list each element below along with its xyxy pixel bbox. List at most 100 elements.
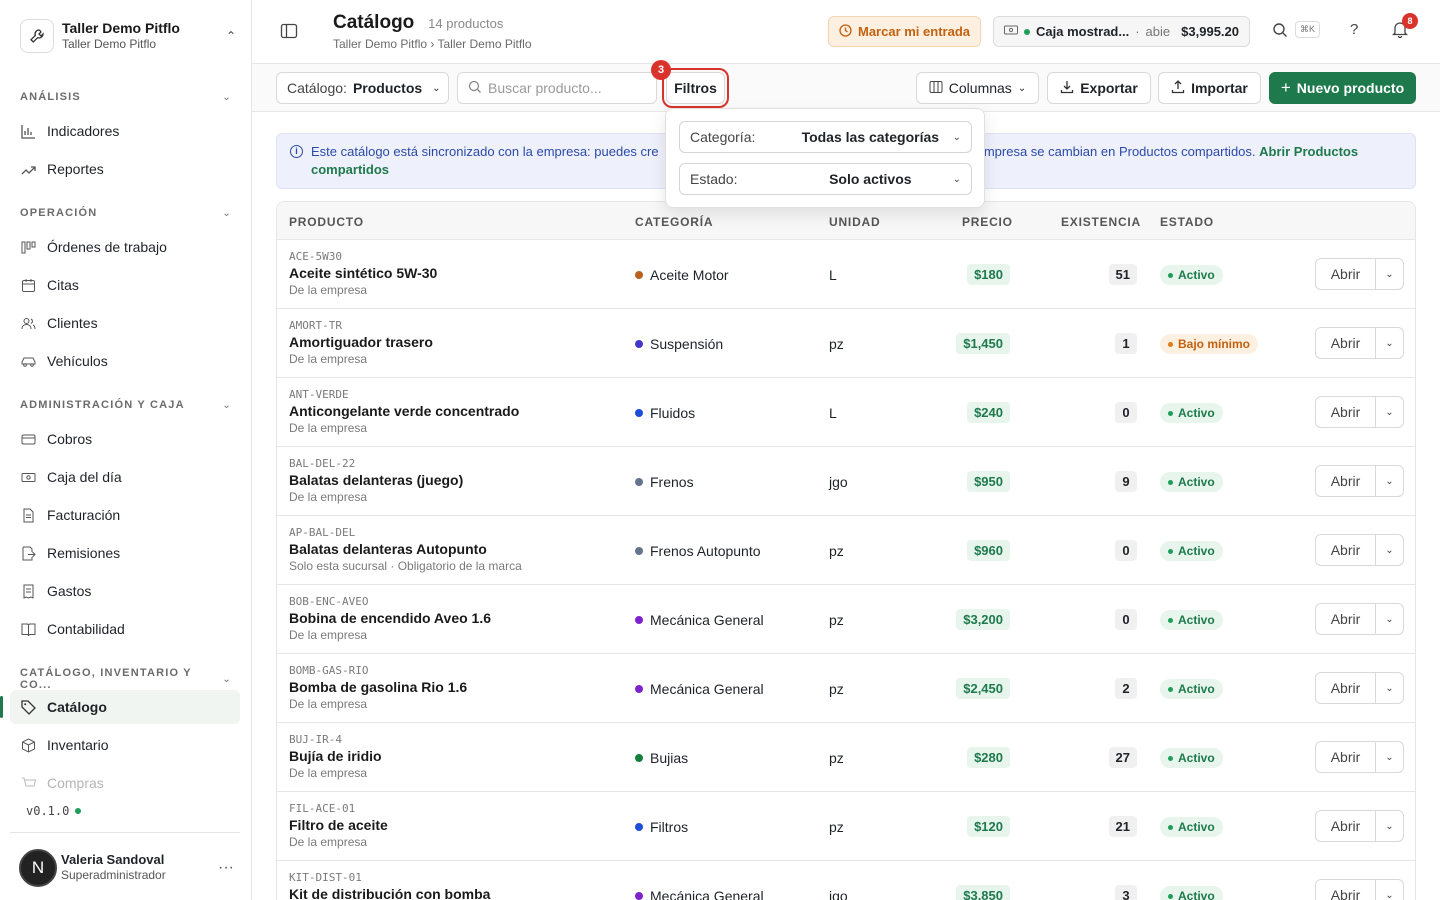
table-row[interactable]: ANT-VERDE Anticongelante verde concentrad…: [277, 378, 1415, 447]
open-button-group: Abrir ⌄: [1315, 327, 1404, 359]
catalog-type-select[interactable]: Catálogo: Productos ⌄: [276, 72, 449, 104]
section-catalogo[interactable]: CATÁLOGO, INVENTARIO Y CO... ⌄: [20, 667, 232, 691]
columns-button[interactable]: Columnas ⌄: [916, 72, 1039, 104]
product-name[interactable]: Balatas delanteras (juego): [289, 472, 463, 488]
table-row[interactable]: ACE-5W30 Aceite sintético 5W-30 De la empr…: [277, 240, 1415, 309]
section-administracion[interactable]: ADMINISTRACIÓN Y CAJA ⌄: [20, 399, 232, 411]
product-name[interactable]: Anticongelante verde concentrado: [289, 403, 519, 419]
table-row[interactable]: BOB-ENC-AVEO Bobina de encendido Aveo 1.6…: [277, 585, 1415, 654]
table-row[interactable]: KIT-DIST-01 Kit de distribución con bomba…: [277, 861, 1415, 900]
chevron-down-icon[interactable]: ⌄: [1376, 535, 1403, 565]
status-badge: Bajo mínimo: [1160, 334, 1259, 354]
sidebar-item-facturacion[interactable]: Facturación: [10, 498, 240, 532]
sidebar-item-contabilidad[interactable]: Contabilidad: [10, 612, 240, 646]
sidebar-item-vehiculos[interactable]: Vehículos: [10, 344, 240, 378]
org-subtitle: Taller Demo Pitflo: [62, 37, 157, 52]
cash-icon: [1004, 24, 1018, 39]
chevron-down-icon[interactable]: ⌄: [1376, 673, 1403, 703]
open-button[interactable]: Abrir: [1316, 604, 1376, 634]
sidebar-item-caja[interactable]: Caja del día: [10, 460, 240, 494]
open-button[interactable]: Abrir: [1316, 328, 1376, 358]
product-name[interactable]: Kit de distribución con bomba: [289, 886, 490, 900]
help-icon[interactable]: ?: [1350, 21, 1358, 38]
sidebar-item-catalogo[interactable]: Catálogo: [0, 690, 240, 724]
chevron-down-icon[interactable]: ⌄: [1376, 742, 1403, 772]
search-icon[interactable]: [1272, 22, 1288, 41]
column-header[interactable]: CATEGORÍA: [635, 215, 713, 229]
product-stock: 9: [1115, 471, 1137, 492]
product-name[interactable]: Amortiguador trasero: [289, 334, 433, 350]
column-header[interactable]: ESTADO: [1160, 215, 1214, 229]
product-name[interactable]: Bobina de encendido Aveo 1.6: [289, 610, 491, 626]
product-name[interactable]: Bomba de gasolina Rio 1.6: [289, 679, 467, 695]
table-row[interactable]: BOMB-GAS-RIO Bomba de gasolina Rio 1.6 De …: [277, 654, 1415, 723]
sidebar-item-reportes[interactable]: Reportes: [10, 152, 240, 186]
product-name[interactable]: Bujía de iridio: [289, 748, 382, 764]
open-button[interactable]: Abrir: [1316, 811, 1376, 841]
chevron-down-icon[interactable]: ⌄: [1376, 466, 1403, 496]
chevron-down-icon[interactable]: ⌄: [1376, 880, 1403, 900]
product-category: Mecánica General: [635, 888, 764, 900]
cash-register-selector[interactable]: Caja mostrad... · abie $3,995.20: [993, 16, 1250, 47]
open-button[interactable]: Abrir: [1316, 466, 1376, 496]
open-button[interactable]: Abrir: [1316, 742, 1376, 772]
shared-products-link[interactable]: Abrir Productos: [1259, 144, 1358, 159]
export-button[interactable]: Exportar: [1047, 72, 1151, 104]
sidebar-item-cobros[interactable]: Cobros: [10, 422, 240, 456]
sidebar-item-remisiones[interactable]: Remisiones: [10, 536, 240, 570]
chevron-down-icon[interactable]: ⌄: [1376, 259, 1403, 289]
status-label: Activo: [1178, 889, 1215, 900]
open-button[interactable]: Abrir: [1316, 397, 1376, 427]
column-header[interactable]: PRODUCTO: [289, 215, 364, 229]
shared-products-link-cont[interactable]: compartidos: [311, 162, 389, 177]
column-header[interactable]: EXISTENCIA: [1061, 215, 1141, 229]
section-operacion[interactable]: OPERACIÓN ⌄: [20, 207, 232, 219]
sidebar-item-indicadores[interactable]: Indicadores: [10, 114, 240, 148]
table-row[interactable]: AP-BAL-DEL Balatas delanteras Autopunto So…: [277, 516, 1415, 585]
status-label: Bajo mínimo: [1178, 337, 1251, 351]
product-name[interactable]: Aceite sintético 5W-30: [289, 265, 437, 281]
open-button[interactable]: Abrir: [1316, 673, 1376, 703]
table-row[interactable]: BAL-DEL-22 Balatas delanteras (juego) De l…: [277, 447, 1415, 516]
table-row[interactable]: AMORT-TR Amortiguador trasero De la empres…: [277, 309, 1415, 378]
kanban-icon: [20, 239, 37, 256]
table-row[interactable]: BUJ-IR-4 Bujía de iridio De la empresa Buji…: [277, 723, 1415, 792]
chevron-down-icon[interactable]: ⌄: [1376, 397, 1403, 427]
section-label: ADMINISTRACIÓN Y CAJA: [20, 399, 185, 411]
new-product-button[interactable]: + Nuevo producto: [1269, 72, 1416, 104]
chevron-down-icon[interactable]: ⌄: [1376, 604, 1403, 634]
search-input[interactable]: Buscar producto...: [457, 72, 657, 104]
open-button[interactable]: Abrir: [1316, 259, 1376, 289]
sidebar-toggle-icon[interactable]: [280, 22, 300, 42]
section-analisis[interactable]: ANÁLISIS ⌄: [20, 91, 232, 103]
category-filter-select[interactable]: Categoría: Todas las categorías ⌄: [679, 121, 972, 153]
sidebar-item-inventario[interactable]: Inventario: [10, 728, 240, 762]
sidebar-item-citas[interactable]: Citas: [10, 268, 240, 302]
product-name[interactable]: Filtro de aceite: [289, 817, 388, 833]
product-sku: BAL-DEL-22: [289, 457, 356, 470]
sidebar-item-gastos[interactable]: Gastos: [10, 574, 240, 608]
user-menu[interactable]: N Valeria Sandoval Superadministrador ··…: [10, 832, 240, 892]
column-header[interactable]: PRECIO: [962, 215, 1013, 229]
open-button[interactable]: Abrir: [1316, 535, 1376, 565]
sidebar-item-clientes[interactable]: Clientes: [10, 306, 240, 340]
status-filter-select[interactable]: Estado: Solo activos ⌄: [679, 163, 972, 195]
mark-entry-button[interactable]: Marcar mi entrada: [828, 16, 981, 47]
cart-icon: [20, 775, 37, 792]
category-dot: [635, 685, 643, 693]
import-button[interactable]: Importar: [1158, 72, 1261, 104]
status-dot: [1168, 548, 1173, 554]
sidebar-item-ordenes[interactable]: Órdenes de trabajo: [10, 230, 240, 264]
sidebar-item-label: Clientes: [47, 315, 98, 331]
more-icon[interactable]: ···: [218, 859, 234, 877]
table-row[interactable]: FIL-ACE-01 Filtro de aceite De la empresa F…: [277, 792, 1415, 861]
product-name[interactable]: Balatas delanteras Autopunto: [289, 541, 487, 557]
filters-button[interactable]: Filtros: [662, 68, 729, 108]
search-icon: [468, 80, 482, 97]
open-button[interactable]: Abrir: [1316, 880, 1376, 900]
column-header[interactable]: UNIDAD: [829, 215, 880, 229]
chevron-down-icon[interactable]: ⌄: [1376, 328, 1403, 358]
sidebar-item-compras[interactable]: Compras: [10, 766, 240, 800]
chevron-down-icon[interactable]: ⌄: [1376, 811, 1403, 841]
org-switcher[interactable]: Taller Demo Pitflo Taller Demo Pitflo ⌃: [20, 17, 236, 55]
